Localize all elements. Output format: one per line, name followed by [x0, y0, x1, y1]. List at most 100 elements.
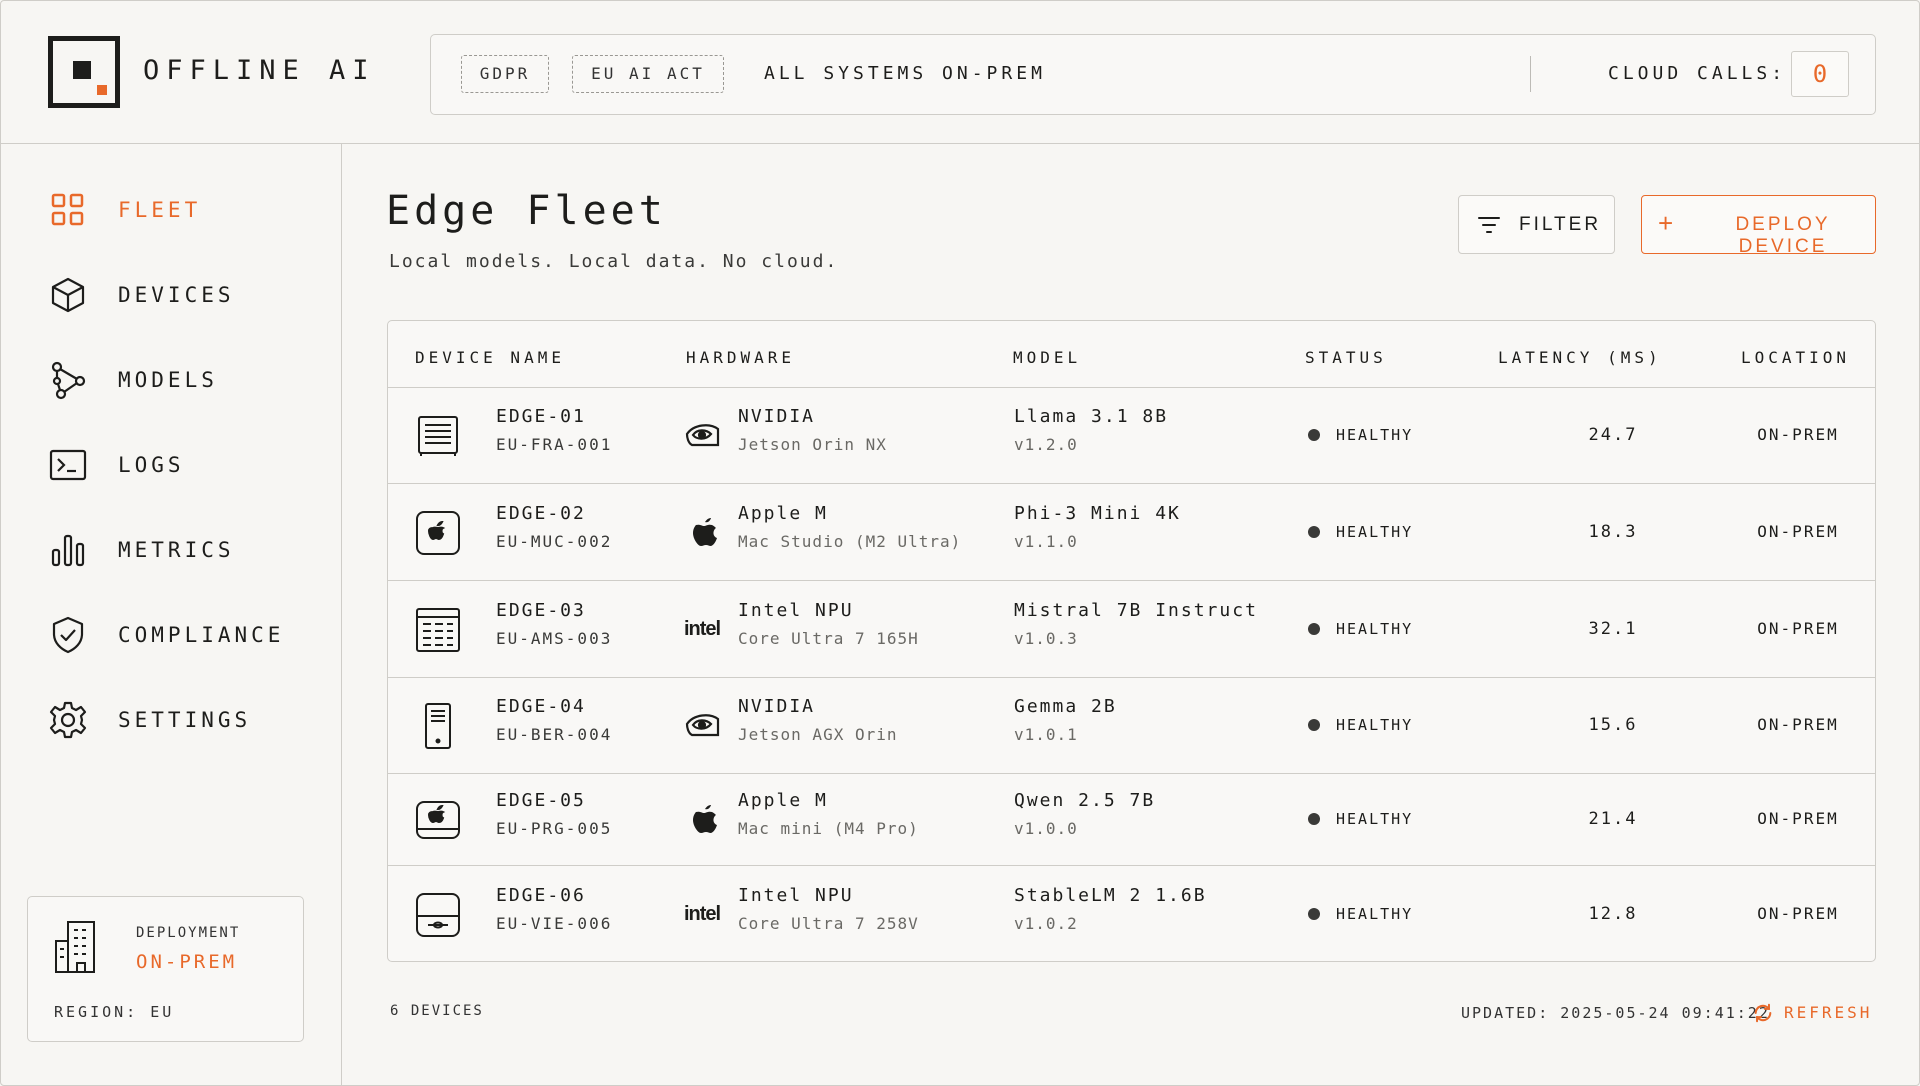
cloud-calls-count: 0	[1791, 51, 1849, 97]
column-header-status[interactable]: STATUS	[1305, 348, 1387, 367]
device-name[interactable]: EDGE-03	[496, 600, 586, 621]
cube-icon	[51, 277, 85, 313]
latency-value: 21.4	[1588, 809, 1638, 829]
server-icon	[418, 416, 458, 456]
svg-text:intel: intel	[684, 903, 721, 925]
hardware-vendor: Intel NPU	[738, 884, 854, 906]
hardware-vendor: NVIDIA	[738, 406, 816, 427]
device-name[interactable]: EDGE-05	[496, 790, 586, 811]
column-header-device[interactable]: DEVICE NAME	[415, 348, 565, 367]
sidebar-item-label: METRICS	[118, 538, 235, 562]
graph-icon	[51, 361, 86, 400]
table-row[interactable]: EDGE-05 EU-PRG-005 Apple M Mac mini (M4 Pro…	[388, 774, 1875, 866]
model-version: v1.0.1	[1014, 725, 1078, 744]
nuc-icon	[416, 892, 460, 937]
hardware-vendor: Apple M	[738, 790, 828, 811]
latency-value: 15.6	[1588, 715, 1638, 735]
hardware-model: Jetson Orin NX	[738, 435, 887, 454]
tower-icon	[425, 703, 451, 749]
deploy-device-button[interactable]: + DEPLOY DEVICE	[1641, 195, 1876, 257]
compliance-status-bar: GDPR EU AI ACT ALL SYSTEMS ON-PREM CLOUD…	[430, 34, 1876, 115]
plus-icon: +	[1658, 208, 1677, 238]
deployment-value: ON-PREM	[136, 951, 238, 973]
eu-ai-act-tag: EU AI ACT	[572, 55, 724, 93]
apple-icon	[684, 514, 722, 548]
model-version: v1.0.0	[1014, 819, 1078, 838]
deployment-card: DEPLOYMENT ON-PREM REGION: EU	[27, 896, 304, 1042]
table-row[interactable]: EDGE-04 EU-BER-004 NVIDIA Jetson AGX Orin Ge…	[388, 678, 1875, 774]
status-dot-icon	[1308, 719, 1320, 731]
sidebar-item-logs[interactable]: LOGS	[48, 441, 328, 489]
device-id: EU-FRA-001	[496, 435, 613, 454]
status-dot-icon	[1308, 813, 1320, 825]
intel-icon: intel	[684, 896, 722, 930]
location-value: ON-PREM	[1757, 521, 1839, 541]
status-badge: HEALTHY	[1336, 810, 1414, 828]
refresh-button[interactable]: REFRESH	[1752, 998, 1877, 1028]
device-name[interactable]: EDGE-04	[496, 696, 586, 717]
top-header: OFFLINE AI GDPR EU AI ACT ALL SYSTEMS ON…	[0, 0, 1920, 144]
region-text: REGION: EU	[54, 1003, 175, 1021]
mac-studio-icon	[416, 510, 460, 555]
sidebar-item-devices[interactable]: DEVICES	[48, 271, 328, 319]
status-dot-icon	[1308, 429, 1320, 441]
model-name: StableLM 2 1.6B	[1014, 884, 1207, 906]
sidebar-item-label: SETTINGS	[118, 708, 252, 732]
latency-value: 12.8	[1588, 903, 1638, 924]
column-header-latency[interactable]: LATENCY (MS)	[1498, 348, 1662, 367]
deployment-label: DEPLOYMENT	[136, 925, 241, 941]
device-id: EU-MUC-002	[496, 531, 613, 551]
table-row[interactable]: EDGE-02 EU-MUC-002 Apple M Mac Studio (M2 U…	[388, 484, 1875, 581]
svg-text:intel: intel	[684, 618, 721, 640]
status-dot-icon	[1308, 622, 1320, 635]
sidebar-item-label: MODELS	[118, 368, 218, 392]
latency-value: 24.7	[1588, 425, 1638, 445]
hardware-model: Mac mini (M4 Pro)	[738, 819, 919, 838]
column-header-hardware[interactable]: HARDWARE	[686, 348, 795, 367]
location-value: ON-PREM	[1757, 425, 1839, 444]
column-header-location[interactable]: LOCATION	[1741, 348, 1850, 367]
device-id: EU-BER-004	[496, 725, 613, 744]
gear-icon	[49, 701, 87, 739]
sidebar-item-label: LOGS	[118, 453, 185, 477]
nvidia-icon	[684, 417, 722, 451]
model-name: Llama 3.1 8B	[1014, 406, 1169, 427]
sidebar-item-fleet[interactable]: FLEET	[48, 186, 328, 234]
sidebar-item-models[interactable]: MODELS	[48, 356, 328, 404]
device-id: EU-PRG-005	[496, 819, 613, 838]
logo-icon	[48, 36, 120, 108]
nvidia-icon	[684, 707, 722, 741]
table-row[interactable]: EDGE-03 EU-AMS-003 intel Intel NPU Core Ultr…	[388, 581, 1875, 678]
hardware-vendor: NVIDIA	[738, 696, 816, 717]
model-version: v1.2.0	[1014, 435, 1078, 454]
column-header-model[interactable]: MODEL	[1013, 348, 1081, 367]
model-name: Gemma 2B	[1014, 696, 1117, 717]
device-name[interactable]: EDGE-02	[496, 503, 586, 524]
sidebar: FLEET DEVICES MODELS LOGS METRICS COMPLI…	[0, 144, 342, 1086]
cloud-calls-label: CLOUD CALLS:	[1608, 63, 1787, 84]
sidebar-item-compliance[interactable]: COMPLIANCE	[48, 611, 328, 659]
table-row[interactable]: EDGE-06 EU-VIE-006 intel Intel NPU Core Ultr…	[388, 866, 1875, 963]
hardware-model: Core Ultra 7 258V	[738, 913, 919, 933]
shield-check-icon	[52, 616, 84, 654]
page-title: Edge Fleet	[386, 188, 667, 234]
sidebar-item-settings[interactable]: SETTINGS	[48, 696, 328, 744]
hardware-model: Core Ultra 7 165H	[738, 628, 919, 648]
latency-value: 18.3	[1588, 521, 1638, 542]
status-badge: HEALTHY	[1336, 522, 1414, 541]
filter-icon	[1478, 217, 1500, 233]
model-version: v1.1.0	[1014, 531, 1078, 551]
building-icon	[55, 921, 95, 973]
table-row[interactable]: EDGE-01 EU-FRA-001 NVIDIA Jetson Orin NX Lla…	[388, 388, 1875, 484]
model-name: Mistral 7B Instruct	[1014, 599, 1258, 621]
status-badge: HEALTHY	[1336, 619, 1414, 638]
device-name[interactable]: EDGE-01	[496, 406, 586, 427]
device-name[interactable]: EDGE-06	[496, 885, 586, 906]
location-value: ON-PREM	[1757, 809, 1839, 828]
filter-button[interactable]: FILTER	[1458, 195, 1615, 254]
status-badge: HEALTHY	[1336, 716, 1414, 734]
sidebar-item-metrics[interactable]: METRICS	[48, 526, 328, 574]
status-dot-icon	[1308, 525, 1320, 538]
deploy-label: DEPLOY DEVICE	[1735, 214, 1831, 257]
table-header: DEVICE NAME HARDWARE MODEL STATUS LATENC…	[388, 321, 1875, 388]
